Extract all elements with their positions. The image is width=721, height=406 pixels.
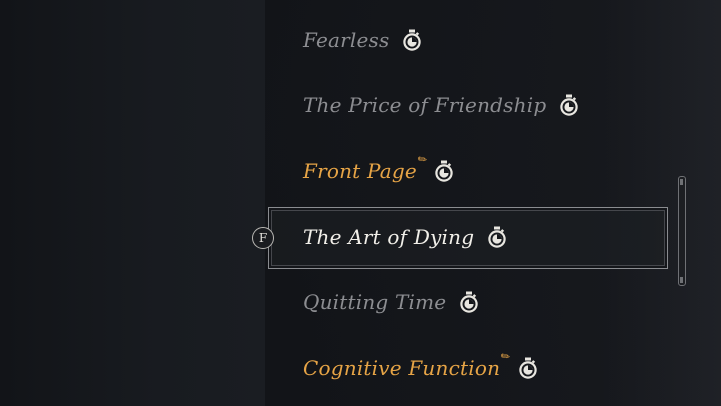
quest-title: Front Page xyxy=(303,159,417,183)
scrollbar-thumb[interactable] xyxy=(678,176,686,286)
quest-list: Fearless The Price of Friendship Front P… xyxy=(0,0,721,406)
quest-item-quitting-time[interactable]: Quitting Time xyxy=(303,286,479,318)
stopwatch-icon xyxy=(560,94,579,116)
quest-title: The Price of Friendship xyxy=(303,93,547,117)
quest-title: Cognitive Function xyxy=(303,356,501,380)
stopwatch-icon xyxy=(403,29,422,51)
quest-item-cognitive-function[interactable]: Cognitive Function ✎ xyxy=(303,348,537,384)
quest-title: Quitting Time xyxy=(303,290,447,314)
quest-title: Fearless xyxy=(303,28,390,52)
quest-item-front-page[interactable]: Front Page ✎ xyxy=(303,151,453,187)
quest-title: The Art of Dying xyxy=(303,225,475,249)
new-quest-marker-icon: ✎ xyxy=(498,347,514,365)
stopwatch-icon xyxy=(435,160,453,182)
stopwatch-icon xyxy=(518,357,537,379)
stopwatch-icon xyxy=(488,226,506,248)
scrollbar[interactable] xyxy=(676,176,688,286)
new-quest-marker-icon: ✎ xyxy=(414,150,431,168)
quest-item-the-price-of-friendship[interactable]: The Price of Friendship xyxy=(303,89,579,121)
quest-item-the-art-of-dying[interactable]: The Art of Dying xyxy=(303,221,506,253)
stopwatch-icon xyxy=(460,291,479,313)
quest-item-fearless[interactable]: Fearless xyxy=(303,24,422,56)
